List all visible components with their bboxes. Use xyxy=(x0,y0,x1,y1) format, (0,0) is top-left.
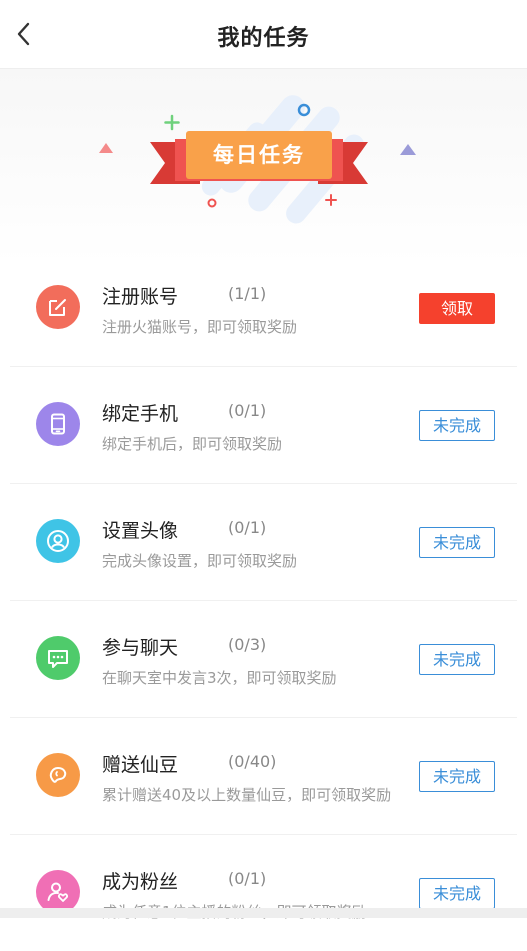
incomplete-status-button[interactable]: 未完成 xyxy=(419,878,495,909)
task-description: 绑定手机后，即可领取奖励 xyxy=(102,435,283,453)
task-description: 注册火猫账号，即可领取奖励 xyxy=(102,318,298,336)
incomplete-status-button[interactable]: 未完成 xyxy=(419,527,495,558)
bean-icon xyxy=(36,753,80,797)
incomplete-status-button[interactable]: 未完成 xyxy=(419,761,495,792)
task-name: 设置头像 xyxy=(102,520,179,542)
task-progress: (0/40) xyxy=(228,752,277,771)
header-bar: 我的任务 xyxy=(0,0,527,69)
claim-reward-button[interactable]: 领取 xyxy=(419,293,495,324)
task-row-join-chat: 参与聊天 (0/3) 在聊天室中发言3次，即可领取奖励 未完成 xyxy=(10,601,517,718)
task-list: 注册账号 (1/1) 注册火猫账号，即可领取奖励 领取 绑定手机 (0/1) 绑… xyxy=(0,250,527,951)
task-row-register: 注册账号 (1/1) 注册火猫账号，即可领取奖励 领取 xyxy=(10,250,517,367)
edit-icon xyxy=(36,285,80,329)
phone-icon xyxy=(36,402,80,446)
daily-task-banner: 每日任务 xyxy=(0,69,527,264)
task-description: 在聊天室中发言3次，即可领取奖励 xyxy=(102,669,337,687)
task-row-set-avatar: 设置头像 (0/1) 完成头像设置，即可领取奖励 未完成 xyxy=(10,484,517,601)
task-name: 注册账号 xyxy=(102,286,179,308)
task-description: 完成头像设置，即可领取奖励 xyxy=(102,552,298,570)
avatar-icon xyxy=(36,519,80,563)
incomplete-status-button[interactable]: 未完成 xyxy=(419,410,495,441)
task-name: 绑定手机 xyxy=(102,403,179,425)
incomplete-status-button[interactable]: 未完成 xyxy=(419,644,495,675)
task-progress: (0/1) xyxy=(228,518,267,537)
task-row-become-fan: 成为粉丝 (0/1) 成为任意1位主播的粉丝，即可领取奖励 未完成 xyxy=(10,835,517,951)
task-progress: (0/1) xyxy=(228,869,267,888)
bottom-edge xyxy=(0,908,527,918)
page-title: 我的任务 xyxy=(217,26,310,51)
task-description: 累计赠送40及以上数量仙豆，即可领取奖励 xyxy=(102,786,392,804)
task-progress: (1/1) xyxy=(228,284,267,303)
banner-title: 每日任务 xyxy=(213,143,305,167)
task-row-bind-phone: 绑定手机 (0/1) 绑定手机后，即可领取奖励 未完成 xyxy=(10,367,517,484)
task-progress: (0/3) xyxy=(228,635,267,654)
task-name: 赠送仙豆 xyxy=(102,754,179,776)
task-progress: (0/1) xyxy=(228,401,267,420)
task-name: 成为粉丝 xyxy=(102,871,179,893)
task-name: 参与聊天 xyxy=(102,637,179,659)
task-row-gift-beans: 赠送仙豆 (0/40) 累计赠送40及以上数量仙豆，即可领取奖励 未完成 xyxy=(10,718,517,835)
chat-icon xyxy=(36,636,80,680)
